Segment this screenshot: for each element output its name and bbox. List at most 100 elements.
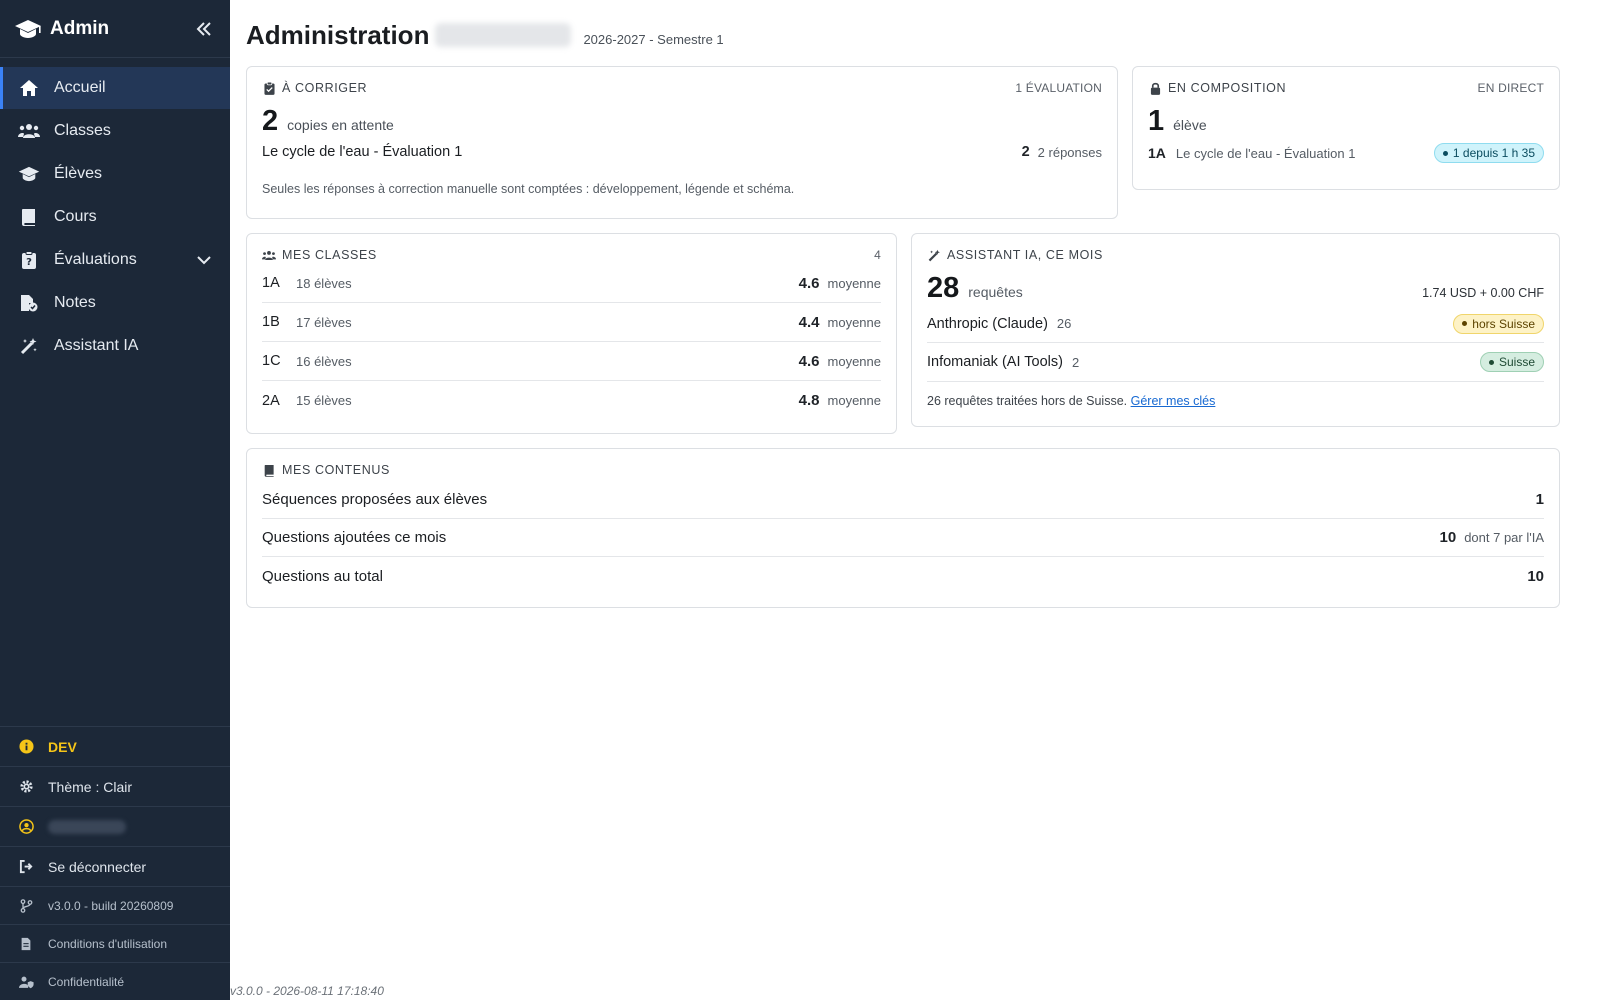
sidebar-item-label: Notes	[54, 294, 96, 311]
provider-row[interactable]: Infomaniak (AI Tools) 2 Suisse	[927, 343, 1544, 382]
to-correct-card: À CORRIGER 1 ÉVALUATION 2 copies en atte…	[246, 66, 1118, 219]
requests-unit: requêtes	[968, 284, 1023, 300]
class-row[interactable]: 1A 18 élèves 4.6 moyenne	[262, 264, 881, 303]
version-info: v3.0.0 - build 20260809	[0, 886, 230, 924]
graduation-cap-icon	[14, 18, 42, 40]
main-content: Administration 2026-2027 - Semestre 1 À …	[230, 0, 1600, 1000]
theme-label: Thème : Clair	[48, 778, 133, 795]
evaluation-row[interactable]: Le cycle de l'eau - Évaluation 1 2 2 rép…	[262, 144, 1102, 160]
content-note: dont 7 par l'IA	[1464, 530, 1544, 545]
book-icon	[262, 463, 276, 477]
content-value: 10	[1527, 567, 1544, 585]
page-title: Administration	[246, 19, 430, 50]
contents-list: Séquences proposées aux élèves 1 Questio…	[262, 481, 1544, 595]
env-indicator: DEV	[0, 726, 230, 766]
user-account[interactable]	[0, 806, 230, 846]
card-header: EN COMPOSITION EN DIRECT	[1148, 81, 1544, 95]
home-icon	[18, 78, 40, 98]
content-row[interactable]: Questions ajoutées ce mois 10 dont 7 par…	[262, 519, 1544, 557]
clipboard-question-icon: ?	[18, 250, 40, 270]
class-students: 18 élèves	[296, 275, 352, 291]
composing-students: 1 élève	[1148, 105, 1544, 138]
ai-assistant-card: ASSISTANT IA, CE MOIS 28 requêtes 1.74 U…	[911, 233, 1560, 427]
sidebar-item-evaluations[interactable]: ? Évaluations	[0, 239, 230, 281]
version-label: v3.0.0 - build 20260809	[48, 898, 174, 913]
logout-button[interactable]: Se déconnecter	[0, 846, 230, 886]
class-code: 1B	[262, 314, 280, 330]
ai-note-text: 26 requêtes traitées hors de Suisse.	[927, 394, 1128, 408]
content-row[interactable]: Séquences proposées aux élèves 1	[262, 481, 1544, 519]
sidebar-item-eleves[interactable]: Élèves	[0, 153, 230, 195]
sidebar-item-label: Évaluations	[54, 251, 137, 268]
card-title: ASSISTANT IA, CE MOIS	[947, 248, 1103, 262]
content-label: Séquences proposées aux élèves	[262, 491, 488, 508]
provider-row[interactable]: Anthropic (Claude) 26 hors Suisse	[927, 305, 1544, 343]
class-average: 4.6	[798, 352, 820, 370]
pending-unit: copies en attente	[287, 117, 394, 133]
terms-link[interactable]: Conditions d'utilisation	[0, 924, 230, 962]
composition-eval-name: Le cycle de l'eau - Évaluation 1	[1175, 145, 1356, 161]
sidebar-item-classes[interactable]: Classes	[0, 110, 230, 152]
class-row[interactable]: 2A 15 élèves 4.8 moyenne	[262, 381, 881, 420]
sidebar-footer: DEV Thème : Clair Se déconnecter v3.0.0 …	[0, 726, 230, 1000]
school-name-redacted	[435, 23, 572, 47]
pending-count: 2	[262, 105, 279, 137]
magic-wand-icon	[18, 336, 40, 356]
sidebar-item-label: Assistant IA	[54, 337, 139, 354]
content-label: Questions ajoutées ce mois	[262, 529, 447, 546]
provider-location-badge: Suisse	[1479, 352, 1544, 372]
in-composition-card: EN COMPOSITION EN DIRECT 1 élève 1A Le c…	[1132, 66, 1560, 190]
composing-count: 1	[1148, 105, 1165, 137]
logout-label: Se déconnecter	[48, 858, 147, 875]
sidebar-item-label: Classes	[54, 122, 111, 139]
sidebar-item-cours[interactable]: Cours	[0, 196, 230, 238]
class-code: 2A	[262, 392, 280, 409]
env-label: DEV	[48, 738, 77, 755]
contents-card: MES CONTENUS Séquences proposées aux élè…	[246, 448, 1560, 608]
class-code: 1A	[262, 275, 280, 291]
svg-text:?: ?	[26, 257, 32, 268]
class-row[interactable]: 1C 16 élèves 4.6 moyenne	[262, 342, 881, 381]
classes-card: MES CLASSES 4 1A 18 élèves 4.6 moyenne 1…	[246, 233, 897, 434]
class-row[interactable]: 1B 17 élèves 4.4 moyenne	[262, 303, 881, 342]
document-icon	[18, 936, 34, 952]
evaluation-name: Le cycle de l'eau - Évaluation 1	[262, 144, 463, 160]
composing-unit: élève	[1173, 117, 1207, 133]
code-branch-icon	[18, 898, 34, 914]
sidebar-item-assistant-ia[interactable]: Assistant IA	[0, 325, 230, 367]
privacy-link[interactable]: Confidentialité	[0, 962, 230, 1000]
theme-toggle[interactable]: Thème : Clair	[0, 766, 230, 806]
terms-label: Conditions d'utilisation	[48, 936, 168, 951]
pending-copies: 2 copies en attente	[262, 105, 1102, 138]
graduation-cap-icon	[18, 164, 40, 184]
correction-note: Seules les réponses à correction manuell…	[262, 182, 795, 196]
sidebar-brand: Admin	[0, 0, 230, 58]
class-average-label: moyenne	[827, 314, 881, 330]
sidebar-item-accueil[interactable]: Accueil	[0, 67, 230, 109]
card-title: EN COMPOSITION	[1168, 81, 1287, 95]
sidebar-item-label: Cours	[54, 208, 97, 225]
sidebar-item-notes[interactable]: Notes	[0, 282, 230, 324]
card-header: ASSISTANT IA, CE MOIS	[927, 248, 1544, 262]
card-header: À CORRIGER 1 ÉVALUATION	[262, 81, 1102, 95]
composition-row[interactable]: 1A Le cycle de l'eau - Évaluation 1 1 de…	[1148, 143, 1544, 163]
evaluation-count: 1 ÉVALUATION	[1015, 81, 1102, 95]
card-header: MES CLASSES 4	[262, 248, 881, 262]
manage-keys-link[interactable]: Gérer mes clés	[1131, 394, 1216, 408]
chevron-down-icon	[196, 252, 212, 268]
user-shield-icon	[18, 974, 34, 990]
ai-note: 26 requêtes traitées hors de Suisse. Gér…	[927, 394, 1544, 408]
provider-count: 26	[1056, 316, 1072, 331]
info-icon	[18, 739, 34, 755]
content-row[interactable]: Questions au total 10	[262, 557, 1544, 595]
sidebar-item-label: Élèves	[54, 165, 103, 182]
provider-count: 2	[1071, 354, 1080, 370]
book-icon	[18, 207, 40, 227]
composition-class: 1A	[1148, 145, 1166, 161]
brand-title: Admin	[50, 17, 110, 39]
requests-cost: 1.74 USD + 0.00 CHF	[1422, 286, 1544, 300]
collapse-sidebar-icon[interactable]	[192, 17, 216, 41]
card-title: MES CONTENUS	[282, 463, 390, 477]
user-name-redacted	[48, 819, 126, 834]
logout-icon	[18, 859, 34, 875]
